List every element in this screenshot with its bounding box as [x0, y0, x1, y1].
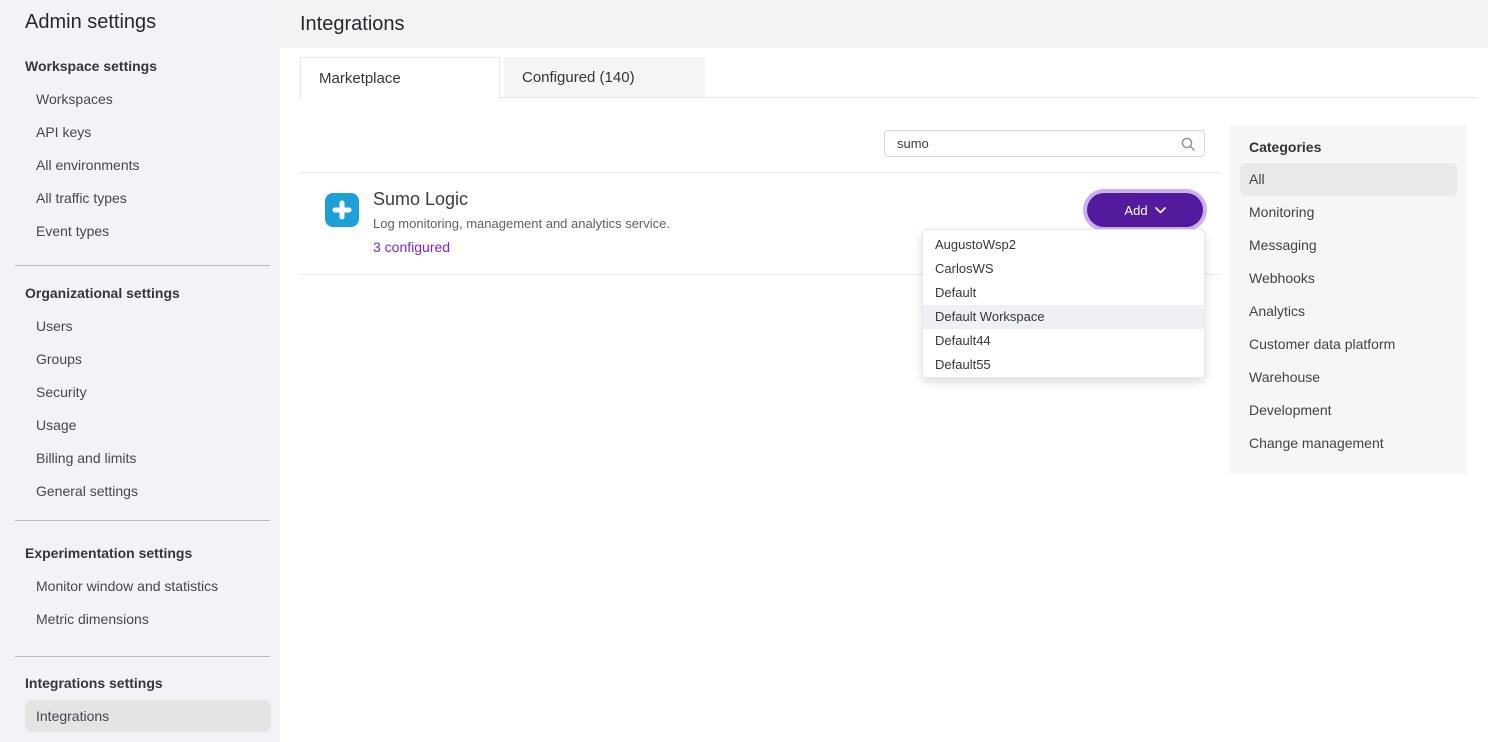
sidebar-item-integrations[interactable]: Integrations: [25, 700, 271, 732]
sidebar-item-monitor-window[interactable]: Monitor window and statistics: [0, 570, 280, 603]
sidebar-divider: [15, 265, 270, 266]
sidebar-item-groups[interactable]: Groups: [0, 343, 280, 376]
sidebar-item-billing-and-limits[interactable]: Billing and limits: [0, 442, 280, 475]
category-webhooks[interactable]: Webhooks: [1230, 262, 1467, 295]
sidebar-item-security[interactable]: Security: [0, 376, 280, 409]
admin-sidebar: Admin settings Workspace settings Worksp…: [0, 0, 280, 742]
dropdown-item-augustowsp2[interactable]: AugustoWsp2: [923, 233, 1204, 257]
categories-title: Categories: [1230, 125, 1467, 163]
page-title: Integrations: [300, 13, 405, 36]
integration-description: Log monitoring, management and analytics…: [373, 216, 670, 231]
sidebar-item-usage[interactable]: Usage: [0, 409, 280, 442]
sidebar-item-api-keys[interactable]: API keys: [0, 116, 280, 149]
add-button-label: Add: [1124, 203, 1147, 218]
search-input[interactable]: [885, 136, 1180, 151]
category-messaging[interactable]: Messaging: [1230, 229, 1467, 262]
sidebar-item-all-environments[interactable]: All environments: [0, 149, 280, 182]
category-all[interactable]: All: [1240, 163, 1457, 196]
sidebar-item-users[interactable]: Users: [0, 310, 280, 343]
add-button[interactable]: Add: [1087, 193, 1203, 227]
section-heading-integrations: Integrations settings: [0, 667, 280, 700]
tab-marketplace-label: Marketplace: [319, 70, 401, 87]
sidebar-item-general-settings[interactable]: General settings: [0, 475, 280, 508]
chevron-down-icon: [1155, 207, 1166, 214]
category-development[interactable]: Development: [1230, 394, 1467, 427]
sidebar-divider: [15, 656, 270, 657]
sidebar-item-workspaces[interactable]: Workspaces: [0, 83, 280, 116]
section-heading-experimentation: Experimentation settings: [0, 537, 280, 570]
category-change-management[interactable]: Change management: [1230, 427, 1467, 460]
dropdown-item-carlosws[interactable]: CarlosWS: [923, 257, 1204, 281]
dropdown-item-default[interactable]: Default: [923, 281, 1204, 305]
sidebar-item-event-types[interactable]: Event types: [0, 215, 280, 248]
sumo-logic-icon: [325, 193, 359, 227]
dropdown-item-default44[interactable]: Default44: [923, 329, 1204, 353]
categories-panel: Categories All Monitoring Messaging Webh…: [1230, 125, 1467, 474]
dropdown-item-default-workspace[interactable]: Default Workspace: [923, 305, 1204, 329]
search-icon: [1180, 136, 1196, 152]
section-heading-workspace: Workspace settings: [0, 50, 280, 83]
sidebar-item-all-traffic-types[interactable]: All traffic types: [0, 182, 280, 215]
search-box: [884, 130, 1205, 157]
sidebar-divider: [15, 520, 270, 521]
tab-configured-label: Configured (140): [522, 69, 635, 86]
tab-configured[interactable]: Configured (140): [504, 57, 705, 97]
sidebar-item-metric-dimensions[interactable]: Metric dimensions: [0, 603, 280, 636]
category-monitoring[interactable]: Monitoring: [1230, 196, 1467, 229]
page-header: Integrations: [280, 0, 1488, 48]
dropdown-item-default55[interactable]: Default55: [923, 353, 1204, 377]
integration-name: Sumo Logic: [373, 189, 468, 210]
workspace-dropdown-menu: AugustoWsp2 CarlosWS Default Default Wor…: [922, 229, 1205, 378]
tab-marketplace[interactable]: Marketplace: [300, 57, 500, 98]
configured-count-link[interactable]: 3 configured: [373, 239, 450, 255]
category-warehouse[interactable]: Warehouse: [1230, 361, 1467, 394]
category-customer-data-platform[interactable]: Customer data platform: [1230, 328, 1467, 361]
section-heading-organizational: Organizational settings: [0, 277, 280, 310]
category-analytics[interactable]: Analytics: [1230, 295, 1467, 328]
sidebar-title: Admin settings: [0, 0, 280, 44]
integrations-tabs: Marketplace Configured (140): [300, 58, 1478, 98]
